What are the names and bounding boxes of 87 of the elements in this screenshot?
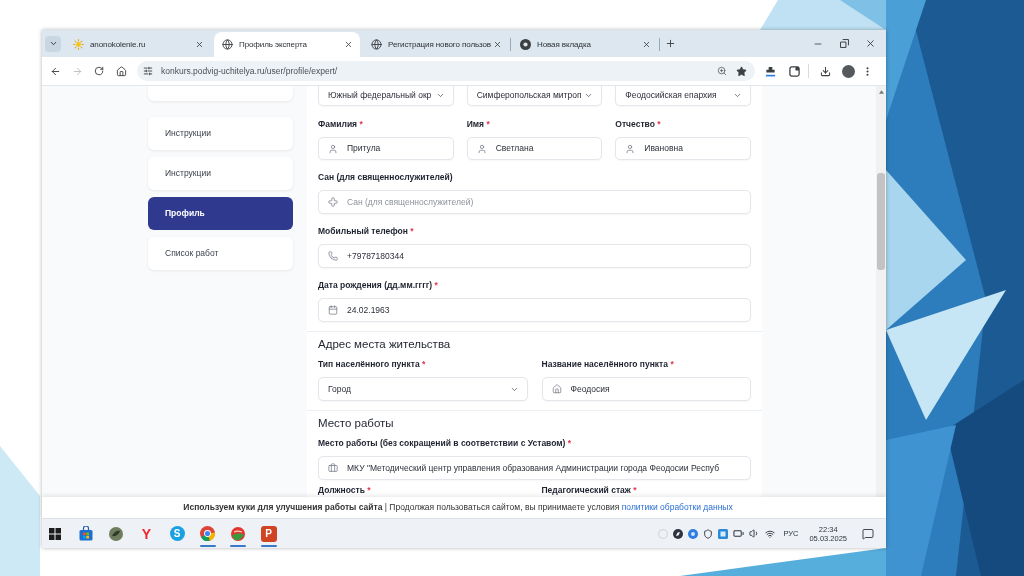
field-label: Фамилия * xyxy=(318,119,364,129)
sidebar-item[interactable]: Инструкции xyxy=(148,157,293,190)
globe-icon xyxy=(371,39,382,50)
star-icon[interactable] xyxy=(736,65,747,77)
sun-icon xyxy=(73,39,84,50)
taskbar-button[interactable]: Y xyxy=(137,524,156,543)
field-label: Отчество * xyxy=(615,119,662,129)
select-field[interactable]: Феодосийская епархия xyxy=(615,86,751,106)
zoom-icon[interactable] xyxy=(717,66,727,76)
round-emblem-icon xyxy=(109,526,123,541)
chevron-down-icon xyxy=(435,91,445,100)
close-icon xyxy=(864,38,876,49)
circle-logo-icon xyxy=(520,39,531,50)
battery-icon[interactable] xyxy=(733,528,745,539)
phone-icon xyxy=(328,251,338,261)
field-label: Сан (для священнослужителей) xyxy=(318,172,454,182)
cross-icon xyxy=(328,197,338,207)
sidebar-item[interactable]: Инструкции xyxy=(148,117,293,150)
compass-icon[interactable] xyxy=(673,528,684,539)
stamp-icon[interactable] xyxy=(765,65,776,77)
globe-icon xyxy=(222,39,233,50)
cookie-notice: Используем куки для улучшения работы сайта | Продолжая пользоваться сайтом, вы принимаете условия политики обработки данных xyxy=(183,501,733,514)
close-icon[interactable] xyxy=(195,40,204,49)
section-heading: Адрес места жительства xyxy=(318,337,452,351)
input-field[interactable]: МКУ "Методический центр управления образования Администрации города Феодосии Респуб xyxy=(318,456,751,480)
chevron-down-icon xyxy=(733,91,742,100)
arrow-right-icon xyxy=(71,65,83,77)
sidebar-item[interactable]: Список работ xyxy=(148,237,293,270)
field-label: Должность * xyxy=(318,485,372,495)
person-icon xyxy=(625,143,636,154)
square-tile-icon[interactable] xyxy=(718,528,729,539)
shield-icon[interactable] xyxy=(703,528,714,539)
field-label: Имя * xyxy=(466,119,491,129)
round-badge-icon[interactable] xyxy=(688,528,699,539)
field-label: Мобильный телефон * xyxy=(318,226,415,236)
close-icon[interactable] xyxy=(642,40,651,49)
select-field[interactable]: Город xyxy=(318,377,528,401)
section-heading: Место работы xyxy=(318,416,395,430)
download-icon[interactable] xyxy=(820,65,831,77)
input-field[interactable]: Феодосия xyxy=(541,377,751,401)
field-label: Дата рождения (дд.мм.гггг) * xyxy=(318,280,439,290)
chevron-down-icon xyxy=(584,91,594,100)
person-icon xyxy=(476,143,487,154)
restore-icon xyxy=(839,39,849,48)
wifi-icon[interactable] xyxy=(765,528,776,539)
browser-tab[interactable]: Новая вкладка xyxy=(512,32,658,57)
field-label: Название населённого пункта * xyxy=(541,359,675,369)
browser-tab[interactable]: Профиль эксперта xyxy=(214,32,360,57)
reload-icon xyxy=(94,66,104,76)
shopping-bag-icon xyxy=(78,526,93,541)
input-field[interactable]: 24.02.1963 xyxy=(318,298,751,322)
ring-logo-icon xyxy=(200,526,215,541)
scroll-up-icon[interactable] xyxy=(878,90,884,94)
notifications-icon[interactable] xyxy=(862,527,874,540)
scrollbar[interactable] xyxy=(876,86,886,497)
input-field[interactable]: Ивановна xyxy=(615,137,751,160)
briefcase-icon xyxy=(328,463,338,473)
square-icon[interactable] xyxy=(789,65,800,77)
scrollbar-thumb[interactable] xyxy=(877,173,885,270)
site-info-icon[interactable] xyxy=(143,66,153,76)
privacy-policy-link[interactable]: политики обработки данных xyxy=(621,502,733,513)
field-label: Тип населённого пункта * xyxy=(318,359,427,369)
input-field[interactable]: Светлана xyxy=(466,137,603,160)
address-bar[interactable]: konkurs.podvig-uchitelya.ru/user/profile/expert/ xyxy=(137,61,755,81)
browser-tab[interactable]: anonokolenie.ru xyxy=(65,32,211,57)
new-tab-icon[interactable] xyxy=(665,38,676,49)
arrow-left-icon xyxy=(49,65,61,77)
field-label: Место работы (без сокращений в соответствии с Уставом) * xyxy=(318,438,573,448)
chevron-down-icon xyxy=(48,39,58,48)
browser-tab[interactable]: Регистрация нового пользов xyxy=(363,32,509,57)
home-icon xyxy=(115,65,127,77)
close-icon[interactable] xyxy=(493,40,502,49)
ball-icon xyxy=(231,526,245,541)
taskbar-button[interactable]: P xyxy=(260,525,277,542)
close-icon[interactable] xyxy=(344,40,353,49)
calendar-icon xyxy=(328,305,338,315)
select-field[interactable]: Южный федеральный окр xyxy=(318,86,454,106)
url-text: konkurs.podvig-uchitelya.ru/user/profile/expert/ xyxy=(161,64,338,78)
input-field[interactable]: Притула xyxy=(318,137,454,160)
field-label: Педагогический стаж * xyxy=(541,485,638,495)
avatar-icon[interactable] xyxy=(842,64,855,78)
sidebar-item[interactable]: Профиль xyxy=(148,197,293,230)
person-icon xyxy=(328,143,338,154)
select-field[interactable]: Симферопольская митроп xyxy=(466,86,603,106)
windows-logo-icon xyxy=(49,527,61,540)
input-field[interactable]: +79787180344 xyxy=(318,244,751,268)
house-icon xyxy=(551,384,562,394)
